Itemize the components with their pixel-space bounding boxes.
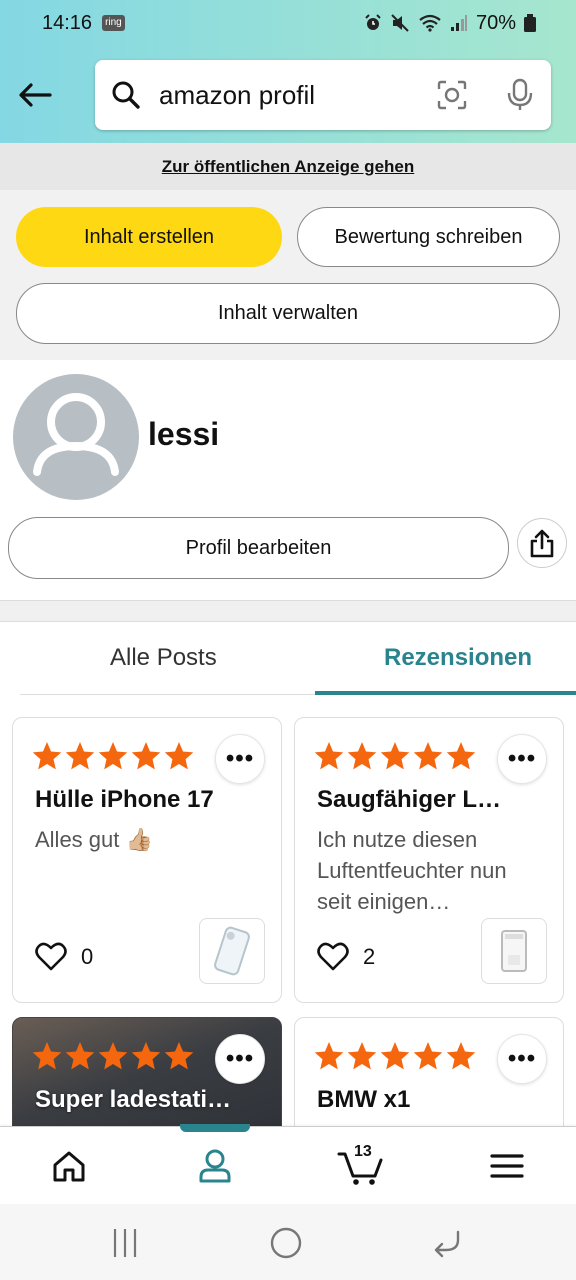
review-text: Ich nutze diesen Luftentfeuchter nun sei…: [317, 827, 507, 914]
review-card[interactable]: ••• Saugfähiger Lu… Ich nutze diesen Luf…: [294, 717, 564, 1003]
like-control[interactable]: 0: [35, 942, 93, 972]
account-icon[interactable]: [190, 1143, 240, 1189]
wifi-icon: [419, 14, 441, 32]
more-options-icon[interactable]: •••: [497, 1034, 547, 1084]
manage-content-button[interactable]: Inhalt verwalten: [16, 283, 560, 344]
tab-reviews[interactable]: Rezensionen: [384, 644, 532, 672]
active-nav-indicator: [180, 1124, 250, 1132]
star-icon: [380, 1042, 410, 1070]
search-icon: [109, 78, 143, 112]
heart-icon: [35, 942, 67, 971]
search-input[interactable]: amazon profil: [159, 80, 435, 111]
edit-profile-button[interactable]: Profil bearbeiten: [8, 517, 509, 579]
star-icon: [164, 742, 194, 770]
review-title: Hülle iPhone 17: [35, 786, 214, 813]
more-options-icon[interactable]: •••: [215, 734, 265, 784]
tab-bar: Alle Posts Rezensionen: [0, 622, 576, 696]
star-icon: [314, 742, 344, 770]
star-icon: [380, 742, 410, 770]
star-icon: [413, 742, 443, 770]
star-icon: [131, 742, 161, 770]
public-view-link[interactable]: Zur öffentlichen Anzeige gehen: [162, 157, 415, 177]
star-icon: [314, 1042, 344, 1070]
header: 14:16 ring 70% amazon profil: [0, 0, 576, 143]
star-rating: [313, 740, 477, 772]
dehumidifier-image: [501, 930, 527, 972]
star-icon: [65, 1042, 95, 1070]
review-title: BMW x1: [317, 1086, 411, 1113]
review-title: Saugfähiger Lu…: [317, 786, 507, 813]
review-text: Alles gut 👍🏼: [35, 827, 153, 852]
star-icon: [446, 1042, 476, 1070]
star-icon: [347, 1042, 377, 1070]
star-icon: [98, 1042, 128, 1070]
share-icon[interactable]: [517, 518, 567, 568]
like-count: 0: [81, 944, 94, 969]
content-actions: Inhalt erstellen Bewertung schreiben Inh…: [0, 190, 576, 360]
home-system-icon[interactable]: [268, 1226, 304, 1260]
star-icon: [32, 742, 62, 770]
back-arrow-icon[interactable]: [16, 76, 54, 114]
recent-apps-icon[interactable]: [108, 1226, 142, 1260]
system-navigation-bar: [0, 1204, 576, 1280]
avatar[interactable]: [13, 374, 139, 500]
dehumidifier-thumbnail[interactable]: [481, 918, 547, 984]
review-card[interactable]: ••• Hülle iPhone 17 Alles gut 👍🏼 0: [12, 717, 282, 1003]
public-view-bar: Zur öffentlichen Anzeige gehen: [0, 143, 576, 190]
review-title: Super ladestati…: [35, 1086, 232, 1113]
section-divider: [0, 600, 576, 622]
star-icon: [446, 742, 476, 770]
star-icon: [347, 742, 377, 770]
tab-all-posts[interactable]: Alle Posts: [110, 644, 217, 672]
status-bar: 14:16 ring 70%: [0, 0, 576, 46]
home-icon[interactable]: [44, 1143, 94, 1189]
star-icon: [98, 742, 128, 770]
review-card[interactable]: ••• BMW x1: [294, 1017, 564, 1126]
profile-section: lessi Profil bearbeiten: [0, 360, 576, 600]
star-icon: [164, 1042, 194, 1070]
alarm-icon: [365, 14, 381, 30]
search-bar[interactable]: amazon profil: [95, 60, 551, 130]
heart-icon: [317, 942, 349, 971]
camera-lens-icon[interactable]: [435, 78, 469, 112]
star-rating: [313, 1040, 477, 1072]
ring-app-icon: ring: [102, 15, 125, 31]
cart-count-badge: 13: [354, 1143, 372, 1160]
reviews-grid: ••• Hülle iPhone 17 Alles gut 👍🏼 0 ••• S…: [0, 696, 576, 1126]
star-icon: [131, 1042, 161, 1070]
star-icon: [413, 1042, 443, 1070]
like-control[interactable]: 2: [317, 942, 375, 972]
username: lessi: [148, 416, 220, 452]
star-rating: [31, 1040, 195, 1072]
active-tab-indicator: [315, 691, 576, 695]
more-options-icon[interactable]: •••: [215, 1034, 265, 1084]
menu-icon[interactable]: [482, 1143, 532, 1189]
phone-case-thumbnail[interactable]: [199, 918, 265, 984]
more-options-icon[interactable]: •••: [497, 734, 547, 784]
mute-icon: [391, 14, 409, 32]
star-icon: [32, 1042, 62, 1070]
star-icon: [65, 742, 95, 770]
write-review-button[interactable]: Bewertung schreiben: [297, 207, 560, 267]
review-card[interactable]: ••• Super ladestati…: [12, 1017, 282, 1126]
star-rating: [31, 740, 195, 772]
battery-percent: 70%: [475, 11, 516, 34]
create-content-button[interactable]: Inhalt erstellen: [16, 207, 282, 267]
user-silhouette-icon: [33, 393, 119, 476]
status-time: 14:16: [42, 11, 93, 34]
phone-case-image: [214, 926, 250, 976]
signal-icon: [450, 15, 467, 31]
battery-icon: [524, 14, 536, 32]
bottom-navigation: 13: [0, 1126, 576, 1204]
microphone-icon[interactable]: [503, 78, 537, 112]
like-count: 2: [363, 944, 376, 969]
back-system-icon[interactable]: [430, 1226, 464, 1260]
